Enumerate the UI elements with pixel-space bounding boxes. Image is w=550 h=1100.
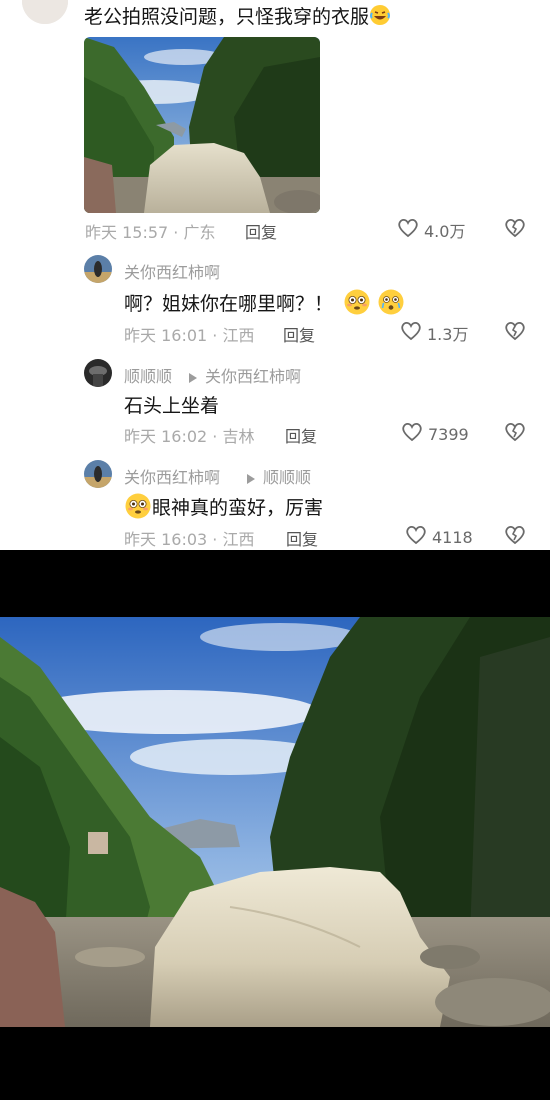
arrow-right-icon [188,368,198,387]
comment-time-location: 昨天 15:57 · 广东 [85,223,216,242]
avatar-image [84,460,112,488]
comment-text: 老公拍照没问题，只怪我穿的衣服 [84,2,391,31]
avatar[interactable] [84,255,112,283]
avatar-image [84,359,112,387]
avatar-image [22,0,68,24]
reply-time-location: 昨天 16:02 · 吉林 [124,427,255,446]
comment-section: 老公拍照没问题，只怪我穿的衣服 昨天 15:57 · 广东 回复 4.0万 关你… [0,0,550,550]
like-count: 1.3万 [427,325,469,344]
like-button[interactable]: 1.3万 [400,321,468,345]
broken-heart-icon[interactable] [504,525,526,549]
reply-text-content: 啊？姐妹你在哪里啊？！ [124,293,334,315]
comment-photo[interactable] [84,37,320,213]
reply-button[interactable]: 回复 [286,526,318,550]
avatar[interactable] [22,0,68,24]
comment-text-content: 老公拍照没问题，只怪我穿的衣服 [84,6,370,28]
flushed-face-icon [124,492,152,525]
reply-username[interactable]: 关你西红柿啊 [124,259,220,283]
reply-time-location: 昨天 16:01 · 江西 [124,326,255,345]
like-button[interactable]: 4118 [405,525,473,549]
broken-heart-icon[interactable] [504,321,526,345]
heart-icon [397,218,419,242]
reply-button[interactable]: 回复 [245,219,277,243]
like-count: 4.0万 [424,222,466,241]
flushed-face-icon [343,288,371,321]
broken-heart-icon[interactable] [504,218,526,242]
reply-time-location: 昨天 16:03 · 江西 [124,530,255,549]
heart-icon [405,525,427,549]
reply-username[interactable]: 顺顺顺 [124,363,172,387]
reply-text-content: 眼神真的蛮好，厉害 [152,497,324,519]
heart-icon [401,422,423,446]
crying-wow-face-icon [377,288,405,321]
reply-to-username[interactable]: 关你西红柿啊 [205,363,301,387]
avatar[interactable] [84,359,112,387]
avatar-image [84,255,112,283]
broken-heart-icon[interactable] [504,422,526,446]
reply-text: 石头上坐着 [124,395,220,417]
like-count: 4118 [432,527,473,547]
landscape-image [0,617,550,1027]
like-button[interactable]: 7399 [401,422,469,446]
landscape-image [84,37,320,213]
enlarged-photo[interactable] [0,617,550,1027]
reply-button[interactable]: 回复 [285,423,317,447]
arrow-right-icon [246,469,256,488]
reply-to-username[interactable]: 顺顺顺 [263,464,311,488]
heart-icon [400,321,422,345]
reply-button[interactable]: 回复 [283,322,315,346]
avatar[interactable] [84,460,112,488]
reply-username[interactable]: 关你西红柿啊 [124,464,220,488]
like-count: 7399 [428,424,469,444]
rofl-face-icon [369,4,391,31]
reply-text: 眼神真的蛮好，厉害 [124,492,323,525]
like-button[interactable]: 4.0万 [397,218,465,242]
reply-text: 啊？姐妹你在哪里啊？！ [124,288,405,321]
